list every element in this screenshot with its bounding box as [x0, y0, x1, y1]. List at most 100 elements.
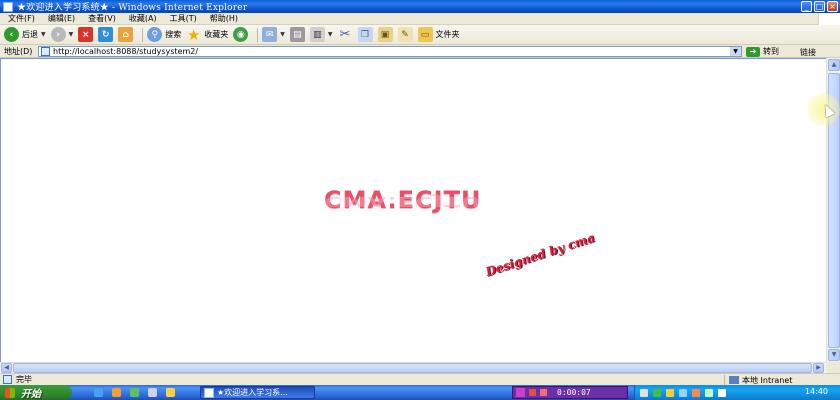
security-zone[interactable]: 本地 Intranet [724, 375, 792, 385]
edit-dropdown-icon[interactable]: ▼ [328, 31, 333, 38]
menu-edit[interactable]: 编辑(E) [48, 13, 75, 24]
back-button[interactable]: ‹ 后退 ▼ [4, 26, 46, 44]
taskbar: 开始 ★欢迎进入学习系... 0:00:07 14:40 [0, 385, 840, 400]
quicklaunch-ie-icon[interactable] [94, 388, 103, 397]
quicklaunch-desktop-icon[interactable] [130, 388, 139, 397]
menu-bar: 文件(F) 编辑(E) 查看(V) 收藏(A) 工具(T) 帮助(H) [0, 13, 840, 25]
system-tray: 14:40 [634, 385, 840, 400]
star-icon: ★ [187, 25, 201, 44]
status-text: 完毕 [16, 375, 32, 384]
taskbar-window-label: ★欢迎进入学习系... [217, 388, 288, 397]
edit-button[interactable]: ▥ ▼ [309, 26, 333, 44]
scrollbar-corner [826, 362, 840, 373]
address-label: 地址(D) [4, 46, 33, 56]
horizontal-scroll-thumb[interactable] [13, 363, 812, 373]
address-dropdown-icon[interactable]: ▼ [730, 47, 741, 56]
folder-icon: ▭ [417, 27, 433, 42]
ie-task-icon [204, 387, 214, 398]
menu-view[interactable]: 查看(V) [88, 13, 116, 24]
menu-tools[interactable]: 工具(T) [170, 13, 197, 24]
mail-button[interactable]: ✉ ▼ [262, 26, 285, 44]
media-stop-icon[interactable] [540, 389, 547, 396]
scroll-down-button[interactable]: ▼ [828, 349, 840, 361]
quicklaunch-media-icon[interactable] [112, 388, 121, 397]
quicklaunch-app-icon[interactable] [148, 388, 157, 397]
windows-logo-icon [818, 13, 840, 25]
stop-button[interactable]: × [78, 26, 94, 44]
copy-button[interactable]: ❐ [357, 26, 373, 44]
toolbar-separator [257, 27, 259, 42]
forward-dropdown-icon[interactable]: ▼ [69, 31, 74, 38]
page-icon [41, 47, 50, 56]
menu-favorites[interactable]: 收藏(A) [129, 13, 157, 24]
favorites-button[interactable]: ★ 收藏夹 [186, 26, 228, 44]
discuss-button[interactable]: ✎ [397, 26, 413, 44]
status-page-icon [3, 375, 12, 384]
stop-icon: × [78, 27, 94, 42]
mail-dropdown-icon[interactable]: ▼ [280, 31, 285, 38]
media-player-bar[interactable]: 0:00:07 [512, 386, 628, 399]
back-dropdown-icon[interactable]: ▼ [41, 31, 46, 38]
window-controls: _ □ × [801, 1, 838, 12]
tray-network-icon[interactable] [640, 388, 648, 397]
favorites-label: 收藏夹 [204, 30, 229, 39]
address-input[interactable]: http://localhost:8088/studysystem2/ ▼ [38, 46, 742, 57]
media-pause-icon[interactable] [529, 389, 536, 396]
folders-button[interactable]: ▭ 文件夹 [417, 26, 460, 44]
home-icon: ⌂ [118, 27, 134, 42]
refresh-icon: ↻ [98, 27, 114, 42]
status-bar: 完毕 本地 Intranet [0, 373, 840, 385]
tray-security-icon[interactable] [705, 388, 713, 397]
intranet-icon [729, 376, 739, 384]
page-content: CMA.ECJTU CMA.ECJTU Designed by cma [0, 58, 826, 362]
tray-alert-icon[interactable] [666, 388, 674, 397]
browser-window: ★欢迎进入学习系统★ - Windows Internet Explorer _… [0, 0, 840, 400]
tray-update-icon[interactable] [692, 388, 700, 397]
taskbar-clock[interactable]: 14:40 [805, 387, 828, 396]
address-url[interactable]: http://localhost:8088/studysystem2/ [53, 47, 198, 56]
back-arrow-icon: ‹ [4, 27, 19, 42]
paste-button[interactable]: ▣ [377, 26, 393, 44]
maximize-button[interactable]: □ [814, 1, 825, 12]
cut-button[interactable]: ✂ [338, 26, 353, 44]
scroll-left-button[interactable]: ◀ [1, 363, 12, 373]
copy-icon: ❐ [357, 27, 373, 42]
go-button[interactable]: ➔ 转到 [746, 46, 779, 57]
forward-arrow-icon: › [50, 27, 66, 42]
scroll-right-button[interactable]: ▶ [813, 363, 824, 373]
close-button[interactable]: × [827, 1, 838, 12]
menu-help[interactable]: 帮助(H) [210, 13, 238, 24]
edit-page-icon: ▥ [309, 27, 325, 42]
forward-button[interactable]: › ▼ [50, 26, 74, 44]
scroll-up-button[interactable]: ▲ [828, 59, 840, 71]
window-title: ★欢迎进入学习系统★ - Windows Internet Explorer [17, 3, 248, 13]
quicklaunch-explorer-icon[interactable] [166, 388, 175, 397]
signature-text: Designed by cma [483, 230, 597, 279]
horizontal-scrollbar[interactable]: ◀ ▶ [0, 362, 826, 373]
refresh-button[interactable]: ↻ [98, 26, 114, 44]
print-button[interactable]: ▤ [289, 26, 305, 44]
media-time: 0:00:07 [557, 388, 591, 397]
scissors-icon: ✂ [339, 27, 351, 42]
print-icon: ▤ [289, 27, 305, 42]
title-bar[interactable]: ★欢迎进入学习系统★ - Windows Internet Explorer _… [0, 0, 840, 13]
media-button[interactable]: ◉ [233, 26, 249, 44]
start-button[interactable]: 开始 [0, 385, 72, 400]
media-player-icon [516, 388, 525, 397]
search-button[interactable]: ⚲ 搜索 [147, 26, 181, 44]
paste-icon: ▣ [377, 27, 393, 42]
windows-flag-icon [5, 387, 15, 398]
minimize-button[interactable]: _ [801, 1, 812, 12]
taskbar-ie-window[interactable]: ★欢迎进入学习系... [200, 386, 315, 399]
tray-misc-icon[interactable] [718, 388, 726, 397]
go-arrow-icon: ➔ [746, 46, 760, 57]
links-button[interactable]: 链接 [800, 47, 816, 58]
start-label: 开始 [21, 389, 41, 400]
zone-label: 本地 Intranet [742, 375, 793, 385]
tray-volume-icon[interactable] [679, 388, 687, 397]
menu-file[interactable]: 文件(F) [8, 13, 35, 24]
search-icon: ⚲ [147, 27, 163, 42]
tray-app-icon[interactable] [653, 388, 661, 397]
media-icon: ◉ [233, 27, 249, 42]
home-button[interactable]: ⌂ [118, 26, 134, 44]
